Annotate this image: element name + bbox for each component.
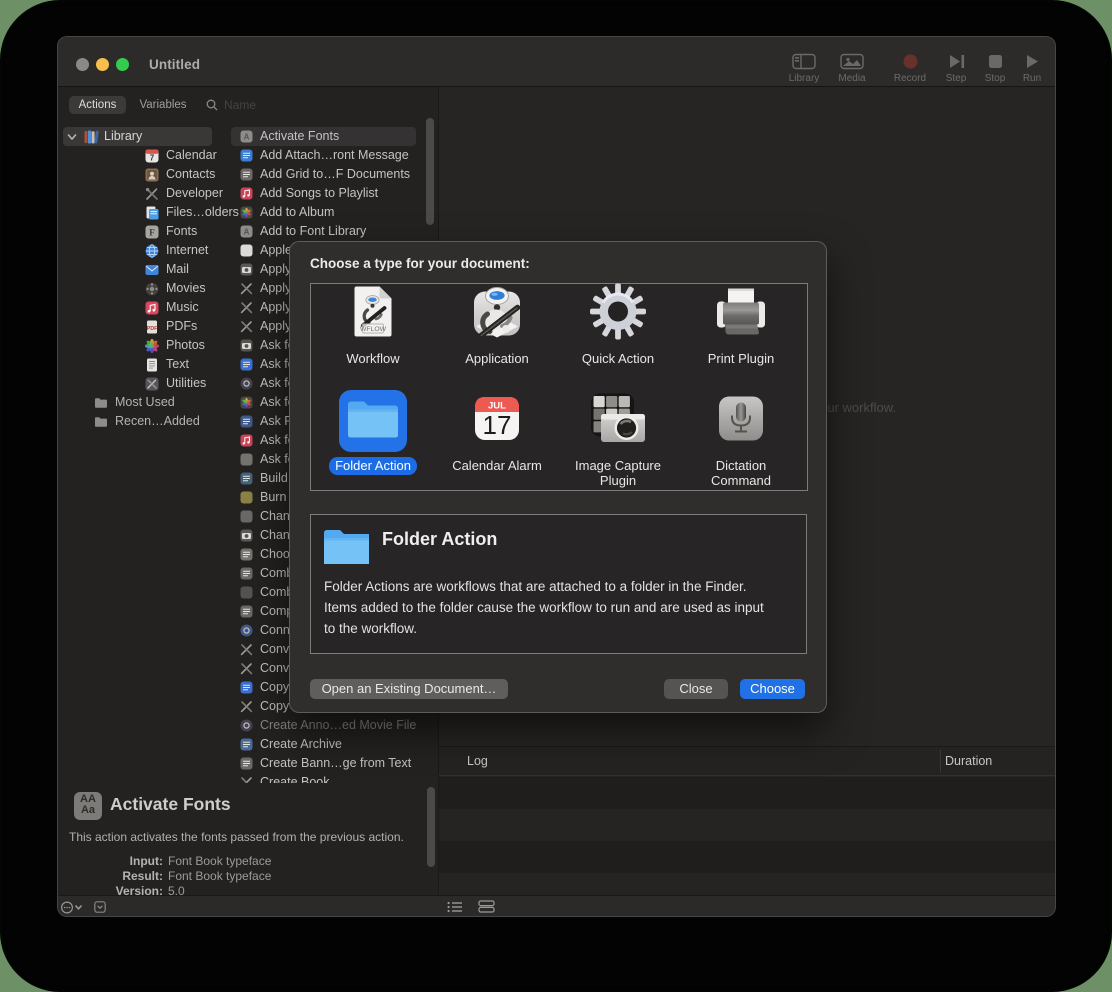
svg-text:A: A bbox=[244, 228, 250, 237]
svg-text:WFLOW: WFLOW bbox=[360, 326, 387, 333]
svg-text:F: F bbox=[149, 227, 155, 237]
svg-text:17: 17 bbox=[483, 410, 512, 440]
svg-text:PDF: PDF bbox=[147, 325, 158, 331]
svg-text:A: A bbox=[244, 133, 250, 142]
svg-text:7: 7 bbox=[150, 153, 155, 162]
